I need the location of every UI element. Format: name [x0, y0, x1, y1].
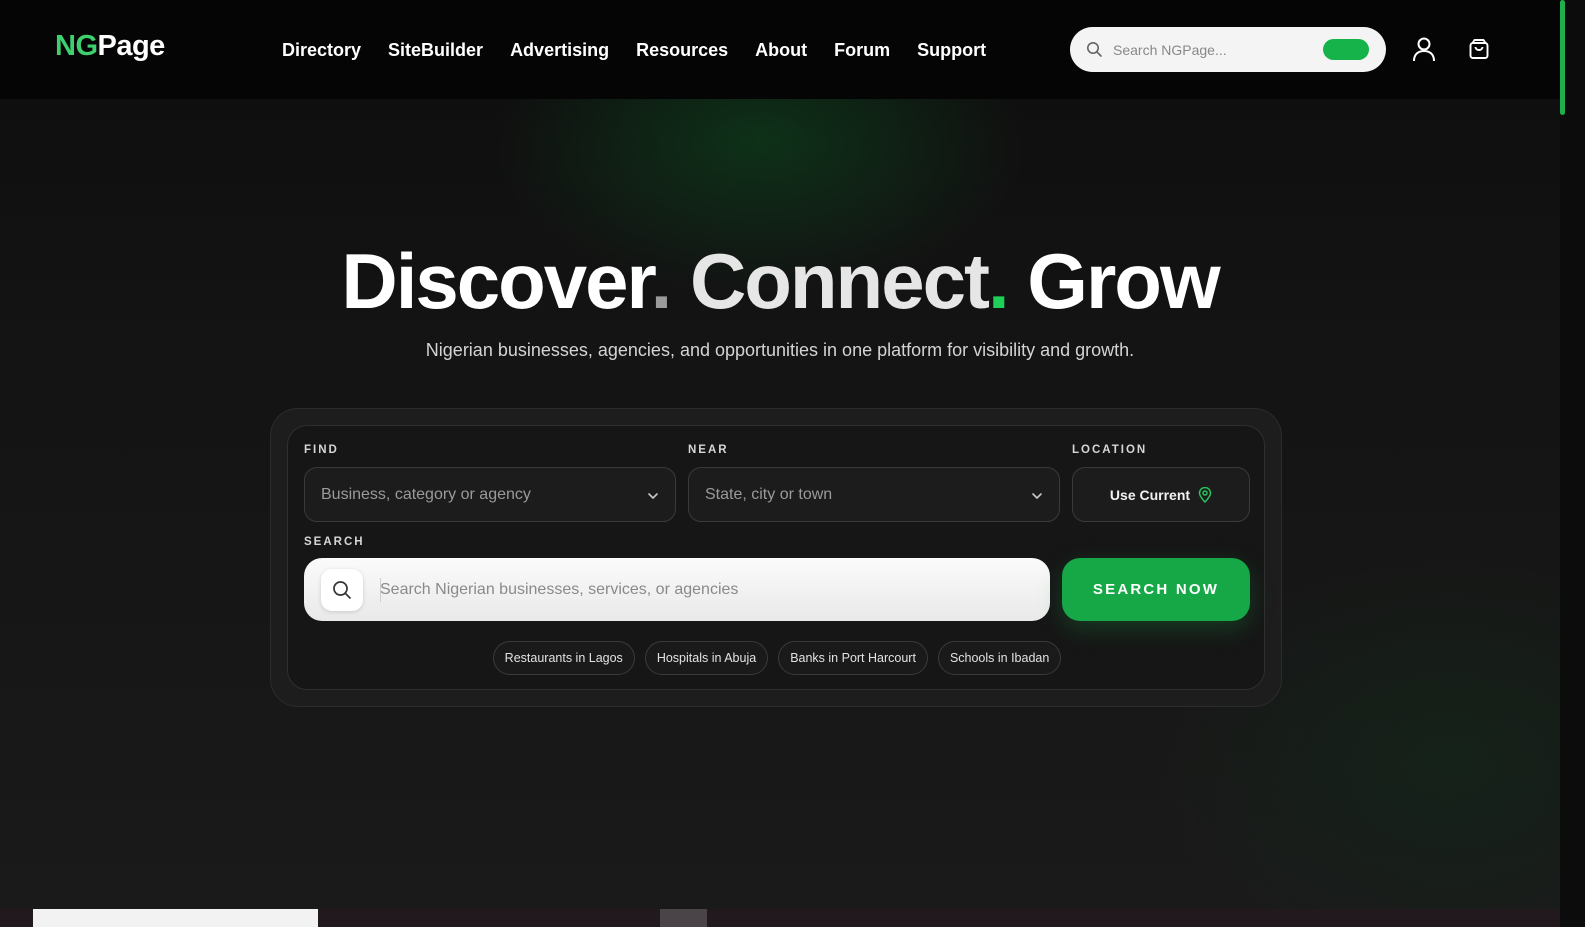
search-label: SEARCH [304, 536, 365, 548]
suggestion-chip-restaurants-lagos[interactable]: Restaurants in Lagos [492, 641, 635, 675]
use-current-location-button[interactable]: Use Current [1072, 467, 1250, 522]
hero-subtitle: Nigerian businesses, agencies, and oppor… [425, 340, 1135, 360]
search-icon-box [321, 569, 363, 611]
search-icon [333, 581, 351, 599]
headline-word-connect: Connect [689, 237, 990, 325]
header-search-input[interactable] [1113, 39, 1313, 61]
nav-sitebuilder[interactable]: SiteBuilder [388, 38, 483, 62]
find-select-value: Business, category or agency [321, 486, 531, 503]
shopping-bag-icon[interactable] [1468, 38, 1490, 65]
near-label: NEAR [688, 444, 729, 456]
site-logo[interactable]: NGPage [55, 30, 165, 63]
find-label: FIND [304, 444, 339, 456]
site-header: NGPage Directory SiteBuilder Advertising… [0, 0, 1560, 99]
nav-resources[interactable]: Resources [636, 38, 728, 62]
search-now-button[interactable]: SEARCH NOW [1062, 558, 1250, 621]
suggestion-chip-hospitals-abuja[interactable]: Hospitals in Abuja [644, 641, 769, 675]
chevron-down-icon [647, 489, 659, 507]
headline-word-grow: Grow [1027, 237, 1220, 325]
find-select[interactable]: Business, category or agency [304, 467, 676, 522]
headline-word-discover: Discover [341, 237, 652, 325]
search-panel: FIND NEAR LOCATION Business, category or… [270, 408, 1282, 707]
chevron-down-icon [1031, 489, 1043, 507]
nav-support[interactable]: Support [917, 38, 986, 62]
main-search-box [304, 558, 1050, 621]
headline-dot-2: . [987, 237, 1010, 325]
nav-about[interactable]: About [755, 38, 807, 62]
search-panel-inner: FIND NEAR LOCATION Business, category or… [287, 425, 1265, 690]
page-scrollbar[interactable] [1560, 0, 1585, 927]
nav-advertising[interactable]: Advertising [510, 38, 609, 62]
nav-forum[interactable]: Forum [834, 38, 890, 62]
suggestion-chips: Restaurants in Lagos Hospitals in Abuja … [288, 641, 1266, 675]
hero-headline: Discover. Connect. Grow [0, 236, 1560, 326]
scrollbar-thumb[interactable] [1560, 0, 1565, 115]
search-icon [1086, 41, 1103, 63]
suggestion-chip-schools-ibadan[interactable]: Schools in Ibadan [937, 641, 1062, 675]
bottom-strip [0, 909, 1560, 927]
location-pin-icon [1198, 486, 1212, 503]
bottom-strip-segment [660, 909, 707, 927]
main-nav: Directory SiteBuilder Advertising Resour… [282, 38, 986, 62]
near-select-value: State, city or town [705, 486, 833, 503]
suggestion-chip-banks-port-harcourt[interactable]: Banks in Port Harcourt [778, 641, 928, 675]
search-shortcut-badge[interactable] [1323, 39, 1369, 60]
main-search-input[interactable] [380, 578, 1020, 602]
user-icon[interactable] [1412, 36, 1436, 67]
headline-dot-1: . [650, 237, 673, 325]
logo-ng: NG [55, 30, 98, 62]
bottom-strip-segment [33, 909, 318, 927]
near-select[interactable]: State, city or town [688, 467, 1060, 522]
location-label: LOCATION [1072, 444, 1148, 456]
use-current-label: Use Current [1109, 486, 1191, 503]
logo-page: Page [97, 30, 166, 62]
header-search-box [1070, 27, 1386, 72]
nav-directory[interactable]: Directory [282, 38, 361, 62]
